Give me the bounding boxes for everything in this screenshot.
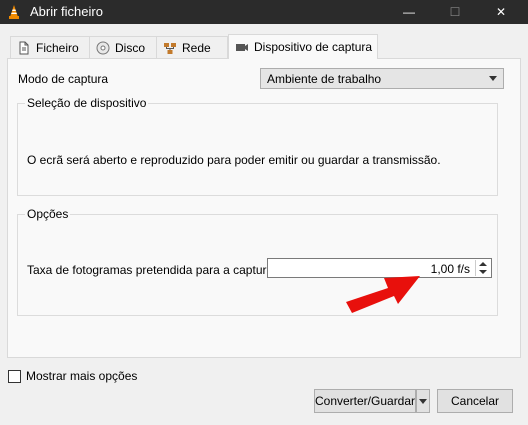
disc-icon: [96, 41, 110, 54]
cancel-label: Cancelar: [450, 394, 500, 408]
capture-panel: Modo de captura Ambiente de trabalho Sel…: [7, 58, 521, 358]
device-selection-title: Seleção de dispositivo: [25, 96, 149, 110]
chevron-down-icon: [419, 398, 427, 404]
tab-label: Disco: [115, 40, 146, 55]
close-button[interactable]: ✕: [478, 0, 524, 24]
convert-dropdown-button[interactable]: [416, 389, 430, 413]
capture-mode-value: Ambiente de trabalho: [267, 72, 382, 86]
frame-rate-label: Taxa de fotogramas pretendida para a cap…: [27, 263, 277, 277]
annotation-arrow-icon: [346, 276, 420, 313]
tab-label: Rede: [182, 40, 211, 55]
tab-dispositivo-de-captura[interactable]: Dispositivo de captura: [228, 34, 378, 59]
options-title: Opções: [25, 207, 71, 221]
tab-label: Dispositivo de captura: [254, 40, 373, 54]
vlc-cone-icon: [9, 5, 19, 19]
convert-save-label: Converter/Guardar: [314, 394, 416, 408]
options-group: Opções Taxa de fotogramas pretendida par…: [17, 207, 498, 316]
tab-ficheiro[interactable]: Ficheiro: [10, 36, 90, 58]
more-options-label: Mostrar mais opções: [26, 369, 138, 383]
device-description: O ecrã será aberto e reproduzido para po…: [27, 153, 441, 167]
minimize-button[interactable]: —: [386, 0, 432, 24]
tab-bar: Ficheiro Disco Rede Dispositivo de captu…: [0, 34, 528, 60]
capture-mode-label: Modo de captura: [18, 72, 109, 86]
capture-mode-select[interactable]: Ambiente de trabalho: [260, 68, 504, 89]
capture-device-icon: [236, 44, 248, 51]
more-options-checkbox[interactable]: Mostrar mais opções: [8, 369, 137, 383]
device-selection-group: Seleção de dispositivo O ecrã será abert…: [17, 96, 498, 196]
tab-rede[interactable]: Rede: [156, 36, 228, 58]
maximize-button[interactable]: ☐: [432, 0, 478, 24]
window-title: Abrir ficheiro: [30, 4, 103, 19]
frame-rate-value: 1,00 f/s: [430, 262, 470, 276]
decrement-arrow-icon[interactable]: [476, 268, 490, 276]
cancel-button[interactable]: Cancelar: [437, 389, 513, 413]
convert-save-button[interactable]: Converter/Guardar: [314, 389, 416, 413]
chevron-down-icon: [489, 76, 497, 81]
tab-disco[interactable]: Disco: [89, 36, 157, 58]
spinbox-buttons: [475, 260, 490, 276]
network-icon: [164, 42, 176, 54]
checkbox-box[interactable]: [8, 369, 21, 383]
file-icon: [19, 41, 29, 54]
tab-label: Ficheiro: [36, 40, 79, 55]
title-bar: Abrir ficheiro — ☐ ✕: [0, 0, 528, 24]
increment-arrow-icon[interactable]: [476, 260, 490, 268]
